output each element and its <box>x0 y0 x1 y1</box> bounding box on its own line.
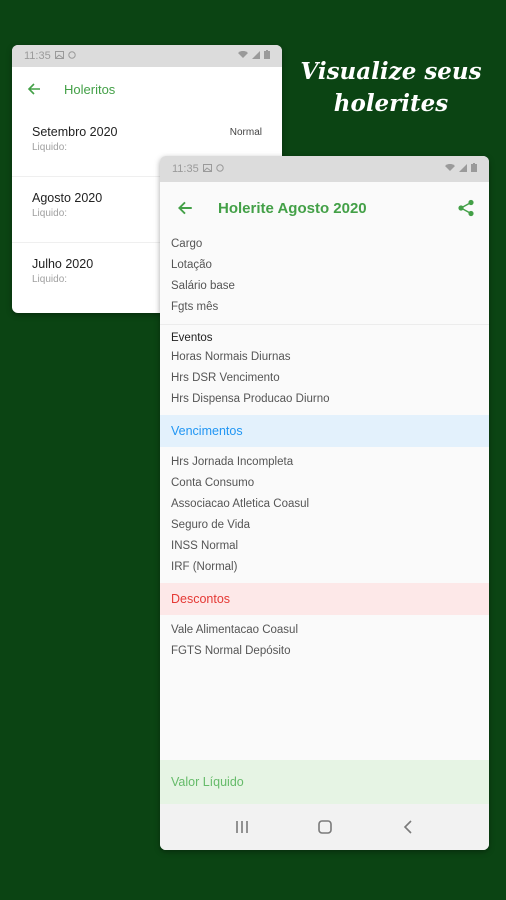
headline-line-1: Visualize seus <box>300 58 482 85</box>
vencimento-item: Seguro de Vida <box>171 519 251 531</box>
signal-icon <box>459 163 467 175</box>
signal-icon <box>252 50 260 62</box>
app-bar: Holerite Agosto 2020 <box>160 182 489 234</box>
status-time: 11:35 <box>24 50 51 62</box>
wifi-icon <box>445 163 455 175</box>
vencimento-item: IRF (Normal) <box>171 561 238 573</box>
evento-item: Hrs DSR Vencimento <box>171 372 280 384</box>
vencimento-item: Associacao Atletica Coasul <box>171 498 310 510</box>
vencimento-item: Hrs Jornada Incompleta <box>171 456 294 468</box>
headline-line-2: holerites <box>333 90 449 117</box>
status-time: 11:35 <box>172 163 199 175</box>
status-bar: 11:35 <box>160 156 489 182</box>
status-bar: 11:35 <box>12 45 282 67</box>
holerite-liquido: Liquido: <box>32 142 68 153</box>
vencimentos-section-header: Vencimentos <box>160 415 489 447</box>
info-row-cargo: Cargo <box>171 238 203 250</box>
page-title: Holeritos <box>64 81 116 97</box>
desconto-item: FGTS Normal Depósito <box>171 645 291 657</box>
evento-item: Horas Normais Diurnas <box>171 351 291 363</box>
holerite-type-tag: Normal <box>229 127 262 138</box>
battery-icon <box>264 50 270 62</box>
divider <box>160 324 489 325</box>
info-row-fgts-mes: Fgts mês <box>171 301 219 313</box>
system-nav-bar <box>160 804 489 850</box>
home-icon[interactable] <box>315 817 335 837</box>
descontos-section-header: Descontos <box>160 583 489 615</box>
wifi-icon <box>238 50 248 62</box>
app-bar: Holeritos <box>12 67 282 111</box>
vencimento-item: INSS Normal <box>171 540 239 552</box>
back-arrow-icon[interactable] <box>176 199 194 217</box>
image-icon <box>202 163 212 175</box>
back-arrow-icon[interactable] <box>26 81 42 97</box>
page-title: Holerite Agosto 2020 <box>218 199 367 217</box>
recents-icon[interactable] <box>232 817 252 837</box>
image-icon <box>54 50 64 62</box>
eventos-heading: Eventos <box>171 332 213 344</box>
valor-liquido-bar: Valor Líquido <box>160 760 489 804</box>
promo-headline: Visualize seus holerites <box>296 56 486 120</box>
back-nav-icon[interactable] <box>398 817 418 837</box>
holerite-month: Setembro 2020 <box>32 125 118 139</box>
holerite-detail-screen: 11:35 Holerite Agosto 2020 Cargo Lotação… <box>160 156 489 850</box>
settings-status-icon <box>68 50 76 62</box>
settings-status-icon <box>216 163 224 175</box>
share-icon[interactable] <box>457 199 475 217</box>
evento-item: Hrs Dispensa Producao Diurno <box>171 393 330 405</box>
info-row-lotacao: Lotação <box>171 259 212 271</box>
battery-icon <box>471 163 477 175</box>
desconto-item: Vale Alimentacao Coasul <box>171 624 298 636</box>
holerite-content: Cargo Lotação Salário base Fgts mês Even… <box>160 234 489 662</box>
vencimento-item: Conta Consumo <box>171 477 255 489</box>
info-row-salario-base: Salário base <box>171 280 235 292</box>
